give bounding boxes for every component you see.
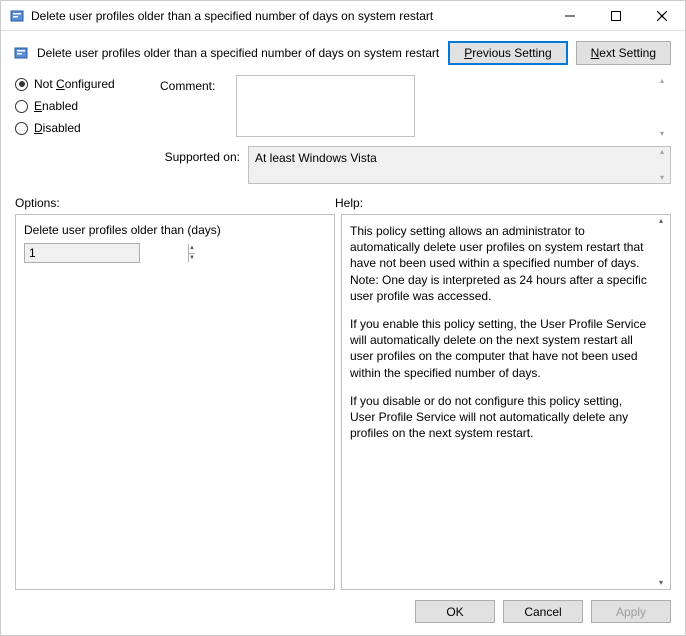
options-heading: Options:: [15, 196, 335, 210]
help-text: This policy setting allows an administra…: [350, 223, 650, 441]
help-paragraph: This policy setting allows an administra…: [350, 223, 650, 304]
help-scrollbar[interactable]: ▴▾: [653, 216, 669, 588]
policy-setting-icon: [13, 45, 29, 61]
footer: OK Cancel Apply: [1, 590, 685, 635]
radio-not-configured[interactable]: Not Configured: [15, 77, 150, 91]
help-paragraph: If you enable this policy setting, the U…: [350, 316, 650, 381]
window-title: Delete user profiles older than a specif…: [31, 9, 547, 23]
previous-setting-button[interactable]: Previous Setting: [448, 41, 567, 65]
meta-column: Comment: ▴▾ Supported on: At least Windo…: [160, 75, 671, 184]
help-heading: Help:: [335, 196, 671, 210]
body-row: Delete user profiles older than (days) ▲…: [1, 214, 685, 590]
state-radios: Not Configured Enabled Disabled: [15, 75, 150, 184]
supported-on-field: At least Windows Vista: [248, 146, 671, 184]
minimize-button[interactable]: [547, 1, 593, 30]
maximize-button[interactable]: [593, 1, 639, 30]
header: Delete user profiles older than a specif…: [1, 31, 685, 75]
policy-title: Delete user profiles older than a specif…: [37, 46, 440, 60]
radio-label: Enabled: [34, 99, 78, 113]
radio-enabled[interactable]: Enabled: [15, 99, 150, 113]
spinner-down-icon[interactable]: ▼: [189, 254, 195, 263]
cancel-button[interactable]: Cancel: [503, 600, 583, 623]
spinner-up-icon[interactable]: ▲: [189, 244, 195, 254]
option-setting-label: Delete user profiles older than (days): [24, 223, 326, 237]
section-labels: Options: Help:: [1, 196, 685, 210]
days-input[interactable]: [25, 244, 188, 262]
radio-icon: [15, 100, 28, 113]
days-spinner[interactable]: ▲ ▼: [24, 243, 140, 263]
radio-icon: [15, 122, 28, 135]
titlebar: Delete user profiles older than a specif…: [1, 1, 685, 31]
comment-label: Comment:: [160, 75, 228, 93]
help-panel: This policy setting allows an administra…: [341, 214, 671, 590]
comment-field[interactable]: [236, 75, 415, 137]
apply-button[interactable]: Apply: [591, 600, 671, 623]
radio-icon: [15, 78, 28, 91]
ok-button[interactable]: OK: [415, 600, 495, 623]
options-panel: Delete user profiles older than (days) ▲…: [15, 214, 335, 590]
upper-section: Not Configured Enabled Disabled Comment:…: [1, 75, 685, 192]
radio-disabled[interactable]: Disabled: [15, 121, 150, 135]
radio-label: Not Configured: [34, 77, 115, 91]
supported-label: Supported on:: [160, 146, 240, 164]
next-setting-button[interactable]: Next Setting: [576, 41, 671, 65]
radio-label: Disabled: [34, 121, 81, 135]
policy-setting-icon: [9, 8, 25, 24]
help-paragraph: If you disable or do not configure this …: [350, 393, 650, 442]
close-button[interactable]: [639, 1, 685, 30]
